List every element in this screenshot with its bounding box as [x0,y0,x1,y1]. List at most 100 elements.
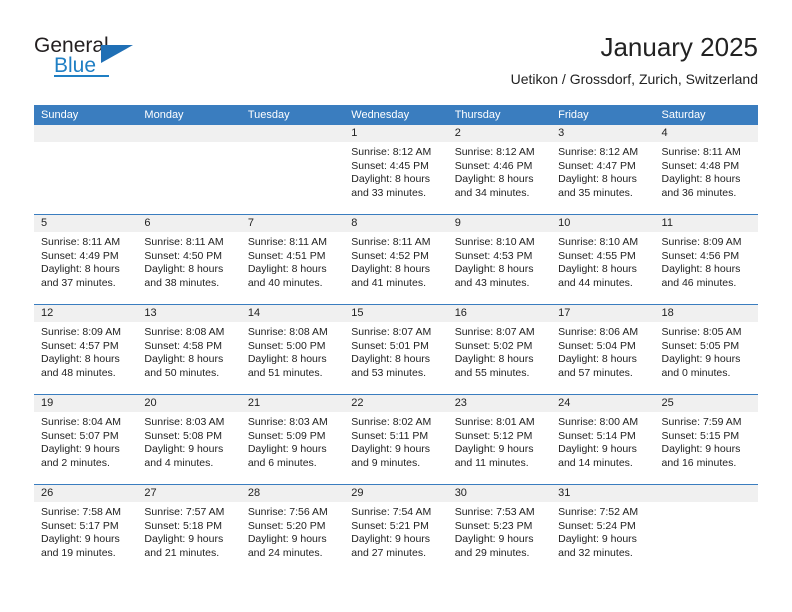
day-number: 6 [137,215,241,232]
day-cell[interactable]: 30 Sunrise: 7:53 AM Sunset: 5:23 PM Dayligh… [447,485,552,574]
day-cell[interactable]: 9 Sunrise: 8:10 AM Sunset: 4:53 PM Daylight… [447,215,552,304]
day-cell[interactable]: 25 Sunrise: 7:59 AM Sunset: 5:15 PM Dayligh… [654,395,758,484]
day-details: Sunrise: 7:54 AM Sunset: 5:21 PM Daylight:… [344,502,447,560]
daylight-text: Daylight: 8 hours and 53 minutes. [351,353,431,379]
sunset-text: Sunset: 4:50 PM [144,249,223,262]
calendar-grid: Sunday Monday Tuesday Wednesday Thursday Frid… [34,105,758,574]
sunrise-text: Sunrise: 8:04 AM [41,416,121,428]
day-number: 29 [344,485,448,502]
sunrise-text: Sunrise: 8:03 AM [144,416,225,428]
day-cell[interactable]: 14 Sunrise: 8:08 AM Sunset: 5:00 PM Dayligh… [240,305,345,394]
daylight-text: Daylight: 8 hours and 40 minutes. [247,263,327,289]
day-cell[interactable]: 20 Sunrise: 8:03 AM Sunset: 5:08 PM Dayligh… [137,395,241,484]
calendar-body: 1 Sunrise: 8:12 AM Sunset: 4:45 PM Daylight… [34,125,758,574]
day-cell[interactable]: 12 Sunrise: 8:09 AM Sunset: 4:57 PM Dayligh… [34,305,138,394]
sunset-text: Sunset: 5:07 PM [41,429,119,442]
day-cell[interactable]: 5 Sunrise: 8:11 AM Sunset: 4:49 PM Daylight… [34,215,138,304]
day-cell[interactable]: 13 Sunrise: 8:08 AM Sunset: 4:58 PM Dayligh… [137,305,241,394]
sunset-text: Sunset: 4:46 PM [454,159,533,172]
day-cell[interactable]: 10 Sunrise: 8:10 AM Sunset: 4:55 PM Dayligh… [551,215,655,304]
sunset-text: Sunset: 5:09 PM [247,429,326,442]
sunrise-text: Sunrise: 7:56 AM [247,506,328,518]
day-cell[interactable]: 15 Sunrise: 8:07 AM Sunset: 5:01 PM Dayligh… [344,305,448,394]
sunrise-text: Sunrise: 8:11 AM [351,236,431,248]
sunrise-text: Sunrise: 7:53 AM [454,506,535,518]
weekday-header-saturday: Saturday [661,109,706,121]
day-number: 2 [447,125,552,142]
week-inner: 26 Sunrise: 7:58 AM Sunset: 5:17 PM Dayligh… [34,485,758,574]
day-cell[interactable]: 7 Sunrise: 8:11 AM Sunset: 4:51 PM Daylight… [240,215,345,304]
day-details: Sunrise: 8:03 AM Sunset: 5:09 PM Daylight:… [241,412,344,470]
day-cell[interactable]: 29 Sunrise: 7:54 AM Sunset: 5:21 PM Dayligh… [344,485,448,574]
sunset-text: Sunset: 5:04 PM [558,339,636,352]
day-details: Sunrise: 7:53 AM Sunset: 5:23 PM Daylight:… [448,502,551,560]
day-number: 30 [447,485,552,502]
sunset-text: Sunset: 5:12 PM [454,429,533,442]
day-cell[interactable]: 6 Sunrise: 8:11 AM Sunset: 4:50 PM Daylight… [137,215,241,304]
sunrise-text: Sunrise: 8:09 AM [661,236,742,248]
day-details: Sunrise: 8:03 AM Sunset: 5:08 PM Daylight:… [137,412,240,470]
day-number: 20 [137,395,241,412]
day-cell-empty [240,125,345,214]
logo-underline [54,75,109,77]
day-cell[interactable]: 17 Sunrise: 8:06 AM Sunset: 5:04 PM Dayligh… [551,305,655,394]
day-cell[interactable]: 8 Sunrise: 8:11 AM Sunset: 4:52 PM Daylight… [344,215,448,304]
sunset-text: Sunset: 4:48 PM [661,159,740,172]
day-cell[interactable]: 3 Sunrise: 8:12 AM Sunset: 4:47 PM Daylight… [551,125,655,214]
sunset-text: Sunset: 4:57 PM [41,339,119,352]
weekday-header-monday: Monday [144,109,184,121]
day-cell[interactable]: 11 Sunrise: 8:09 AM Sunset: 4:56 PM Dayligh… [654,215,758,304]
sunrise-text: Sunrise: 7:58 AM [41,506,121,518]
daylight-text: Daylight: 9 hours and 4 minutes. [144,443,224,469]
daylight-text: Daylight: 8 hours and 34 minutes. [454,173,534,199]
sunrise-text: Sunrise: 7:57 AM [144,506,225,518]
day-cell[interactable]: 26 Sunrise: 7:58 AM Sunset: 5:17 PM Dayligh… [34,485,138,574]
sunset-text: Sunset: 4:51 PM [247,249,326,262]
day-number: 16 [447,305,552,322]
weekday-header-row: Sunday Monday Tuesday Wednesday Thursday Frid… [34,105,758,125]
calendar-page: General Blue January 2025 Uetikon / Gros… [0,0,792,612]
day-number: 11 [654,215,758,232]
sunrise-text: Sunrise: 8:10 AM [558,236,639,248]
day-details: Sunrise: 8:10 AM Sunset: 4:53 PM Daylight:… [448,232,551,290]
day-details: Sunrise: 8:10 AM Sunset: 4:55 PM Daylight:… [551,232,654,290]
day-cell[interactable]: 22 Sunrise: 8:02 AM Sunset: 5:11 PM Dayligh… [344,395,448,484]
sunset-text: Sunset: 4:55 PM [558,249,636,262]
day-number: 3 [551,125,655,142]
sunrise-text: Sunrise: 8:12 AM [454,146,535,158]
day-cell[interactable]: 18 Sunrise: 8:05 AM Sunset: 5:05 PM Dayligh… [654,305,758,394]
day-number [34,125,138,142]
day-number: 15 [344,305,448,322]
sunrise-text: Sunrise: 8:05 AM [661,326,742,338]
day-cell[interactable]: 31 Sunrise: 7:52 AM Sunset: 5:24 PM Dayligh… [551,485,655,574]
sunrise-text: Sunrise: 8:11 AM [661,146,741,158]
page-header: General Blue January 2025 Uetikon / Gros… [34,30,758,98]
day-cell[interactable]: 4 Sunrise: 8:11 AM Sunset: 4:48 PM Daylight… [654,125,758,214]
weekday-header-tuesday: Tuesday [247,109,290,121]
day-number: 5 [34,215,138,232]
day-number: 8 [344,215,448,232]
daylight-text: Daylight: 8 hours and 38 minutes. [144,263,224,289]
day-details: Sunrise: 7:59 AM Sunset: 5:15 PM Daylight:… [655,412,758,470]
weekday-header-wednesday: Wednesday [351,109,410,121]
day-cell[interactable]: 16 Sunrise: 8:07 AM Sunset: 5:02 PM Dayligh… [447,305,552,394]
day-number: 22 [344,395,448,412]
day-cell-empty [654,485,758,574]
daylight-text: Daylight: 8 hours and 48 minutes. [41,353,120,379]
day-number: 27 [137,485,241,502]
day-cell[interactable]: 19 Sunrise: 8:04 AM Sunset: 5:07 PM Dayligh… [34,395,138,484]
day-cell[interactable]: 24 Sunrise: 8:00 AM Sunset: 5:14 PM Dayligh… [551,395,655,484]
day-cell[interactable]: 23 Sunrise: 8:01 AM Sunset: 5:12 PM Dayligh… [447,395,552,484]
generalblue-logo[interactable]: General Blue [34,34,214,86]
day-number: 31 [551,485,655,502]
day-cell[interactable]: 1 Sunrise: 8:12 AM Sunset: 4:45 PM Daylight… [344,125,448,214]
day-details: Sunrise: 7:57 AM Sunset: 5:18 PM Daylight:… [137,502,240,560]
day-cell[interactable]: 21 Sunrise: 8:03 AM Sunset: 5:09 PM Dayligh… [240,395,345,484]
daylight-text: Daylight: 9 hours and 2 minutes. [41,443,120,469]
day-cell[interactable]: 2 Sunrise: 8:12 AM Sunset: 4:46 PM Daylight… [447,125,552,214]
sunrise-text: Sunrise: 8:09 AM [41,326,121,338]
day-cell[interactable]: 27 Sunrise: 7:57 AM Sunset: 5:18 PM Dayligh… [137,485,241,574]
day-cell[interactable]: 28 Sunrise: 7:56 AM Sunset: 5:20 PM Dayligh… [240,485,345,574]
sunrise-text: Sunrise: 8:12 AM [351,146,432,158]
daylight-text: Daylight: 8 hours and 35 minutes. [558,173,637,199]
